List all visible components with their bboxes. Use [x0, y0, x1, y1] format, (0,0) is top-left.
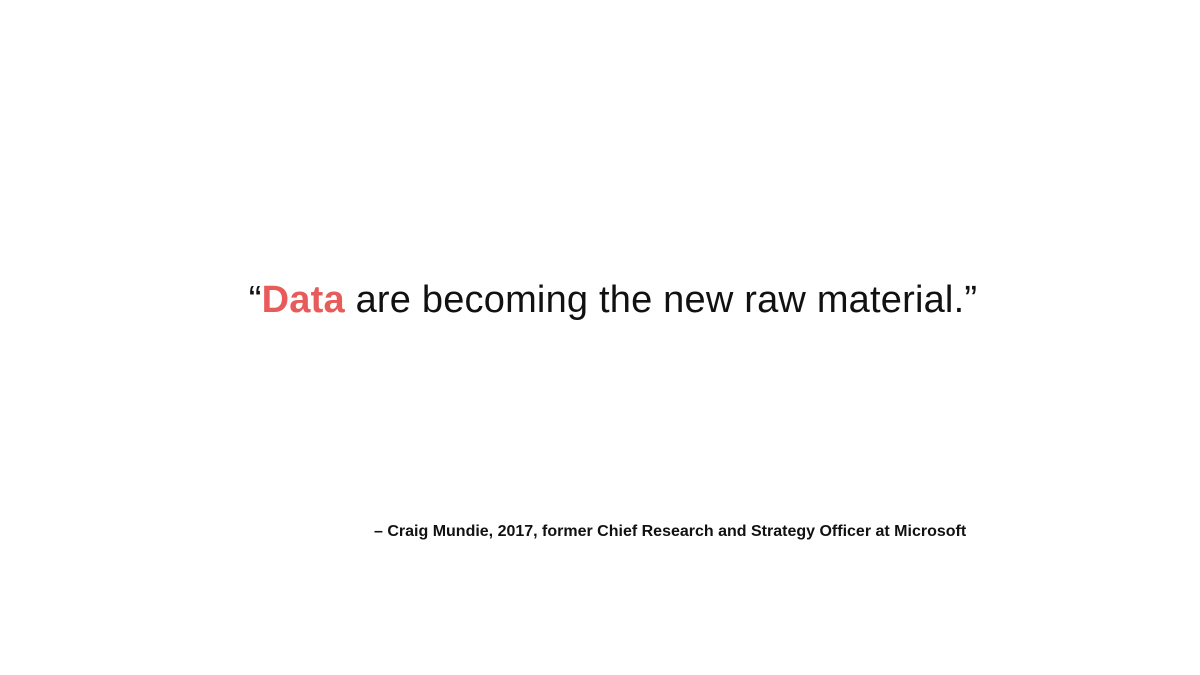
quote-text: “Data are becoming the new raw material.… [0, 276, 1200, 324]
quote-close-mark: ” [964, 279, 978, 321]
slide: “Data are becoming the new raw material.… [0, 0, 1200, 675]
quote-open-mark: “ [248, 279, 262, 321]
quote-rest-text: are becoming the new raw material. [344, 279, 965, 321]
quote-highlight-word: Data [261, 279, 345, 321]
quote-attribution: – Craig Mundie, 2017, former Chief Resea… [374, 523, 967, 540]
